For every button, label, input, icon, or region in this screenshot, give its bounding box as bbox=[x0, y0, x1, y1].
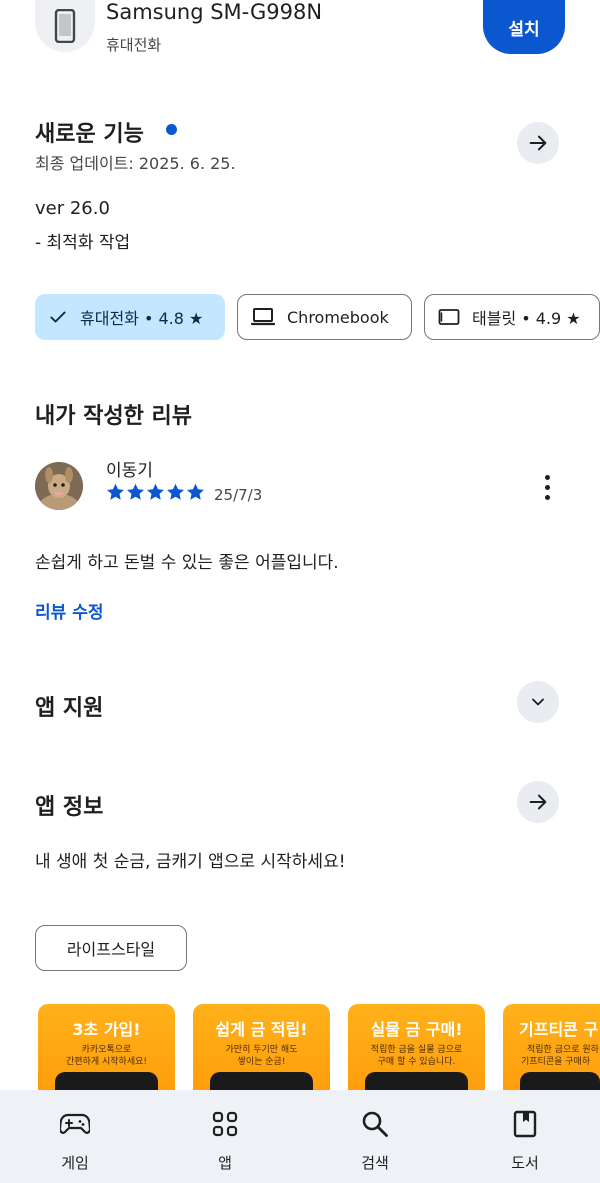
nav-search-label: 검색 bbox=[361, 1154, 389, 1172]
app-info-arrow-button[interactable] bbox=[517, 781, 559, 823]
nav-games[interactable]: 게임 bbox=[0, 1090, 150, 1183]
nav-search[interactable]: 검색 bbox=[300, 1090, 450, 1183]
app-info-title: 앱 정보 bbox=[35, 795, 104, 820]
arrow-right-icon bbox=[529, 794, 547, 810]
arrow-right-icon bbox=[529, 135, 547, 151]
screenshot-subtitle: 카카오톡으로 bbox=[81, 1045, 132, 1055]
nav-books-label: 도서 bbox=[511, 1154, 539, 1172]
last-updated: 최종 업데이트: 2025. 6. 25. bbox=[35, 154, 236, 173]
review-text: 손쉽게 하고 돈벌 수 있는 좋은 어플입니다. bbox=[35, 553, 339, 573]
tablet-icon bbox=[438, 308, 460, 326]
laptop-icon bbox=[251, 307, 275, 327]
more-options-icon[interactable] bbox=[534, 472, 560, 502]
chip-tablet-label: 태블릿 • 4.9 ★ bbox=[472, 309, 581, 328]
nav-apps-label: 앱 bbox=[218, 1154, 232, 1172]
review-date: 25/7/3 bbox=[214, 486, 263, 504]
star-icon bbox=[167, 483, 184, 500]
check-icon bbox=[48, 307, 68, 327]
chip-phone-label: 휴대전화 • 4.8 ★ bbox=[80, 309, 204, 328]
screenshot-3[interactable]: 실물 금 구매! 적립한 금을 실물 금으로 구매 할 수 있습니다. bbox=[348, 1004, 485, 1104]
book-icon bbox=[509, 1108, 541, 1140]
chip-chromebook[interactable]: Chromebook bbox=[237, 294, 412, 340]
version-text: ver 26.0 bbox=[35, 198, 110, 219]
screenshot-title: 실물 금 구매! bbox=[370, 1020, 463, 1039]
install-button[interactable]: 설치 bbox=[483, 0, 565, 54]
star-icon bbox=[107, 483, 124, 500]
screenshot-2[interactable]: 쉽게 금 적립! 가만히 두기만 해도 쌓이는 순금! bbox=[193, 1004, 330, 1104]
app-description: 내 생애 첫 순금, 금캐기 앱으로 시작하세요! bbox=[35, 852, 346, 872]
nav-games-label: 게임 bbox=[61, 1154, 89, 1172]
change-note: - 최적화 작업 bbox=[35, 233, 131, 253]
screenshot-4[interactable]: 기프티콘 구 적립한 금으로 원하 기프티콘을 구매하 bbox=[503, 1004, 600, 1104]
new-indicator-dot bbox=[166, 124, 177, 135]
screenshot-subtitle: 가만히 두기만 해도 bbox=[225, 1045, 298, 1055]
search-icon bbox=[359, 1108, 391, 1140]
screenshot-subtitle: 적립한 금으로 원하 bbox=[527, 1045, 599, 1055]
star-icon bbox=[147, 483, 164, 500]
screenshot-subtitle: 구매 할 수 있습니다. bbox=[377, 1057, 456, 1067]
screenshot-1[interactable]: 3초 가입! 카카오톡으로 간편하게 시작하세요! bbox=[38, 1004, 175, 1104]
chip-chromebook-label: Chromebook bbox=[287, 307, 389, 327]
app-support-expand-button[interactable] bbox=[517, 681, 559, 723]
device-type: 휴대전화 bbox=[106, 36, 162, 54]
star-icon bbox=[187, 483, 204, 500]
phone-icon bbox=[35, 0, 95, 52]
screenshot-subtitle: 쌓이는 순금! bbox=[237, 1057, 286, 1067]
device-row: Samsung SM-G998N 휴대전화 설치 bbox=[0, 0, 600, 70]
chip-tablet[interactable]: 태블릿 • 4.9 ★ bbox=[424, 294, 600, 340]
reviewer-name: 이동기 bbox=[106, 461, 153, 481]
review-stars bbox=[106, 483, 205, 501]
apps-grid-icon bbox=[209, 1108, 241, 1140]
screenshot-title: 기프티콘 구 bbox=[519, 1020, 599, 1039]
screenshot-subtitle: 간편하게 시작하세요! bbox=[66, 1057, 147, 1067]
nav-books[interactable]: 도서 bbox=[450, 1090, 600, 1183]
screenshot-title: 쉽게 금 적립! bbox=[215, 1020, 308, 1039]
avatar bbox=[35, 462, 83, 510]
device-name: Samsung SM-G998N bbox=[106, 0, 323, 24]
whats-new-title: 새로운 기능 bbox=[35, 122, 144, 147]
chevron-down-icon bbox=[532, 698, 544, 706]
screenshot-subtitle: 적립한 금을 실물 금으로 bbox=[370, 1045, 463, 1055]
nav-apps[interactable]: 앱 bbox=[150, 1090, 300, 1183]
whats-new-arrow-button[interactable] bbox=[517, 122, 559, 164]
chip-phone[interactable]: 휴대전화 • 4.8 ★ bbox=[35, 294, 225, 340]
app-support-title: 앱 지원 bbox=[35, 696, 104, 721]
edit-review-link[interactable]: 리뷰 수정 bbox=[35, 598, 103, 623]
bottom-nav: 게임 앱 검색 도서 bbox=[0, 1090, 600, 1183]
gamepad-icon bbox=[59, 1108, 91, 1140]
star-icon bbox=[127, 483, 144, 500]
screenshot-title: 3초 가입! bbox=[72, 1020, 141, 1039]
category-chip[interactable]: 라이프스타일 bbox=[35, 925, 187, 971]
screenshot-subtitle: 기프티콘을 구매하 bbox=[521, 1057, 591, 1067]
my-review-title: 내가 작성한 리뷰 bbox=[35, 404, 192, 429]
